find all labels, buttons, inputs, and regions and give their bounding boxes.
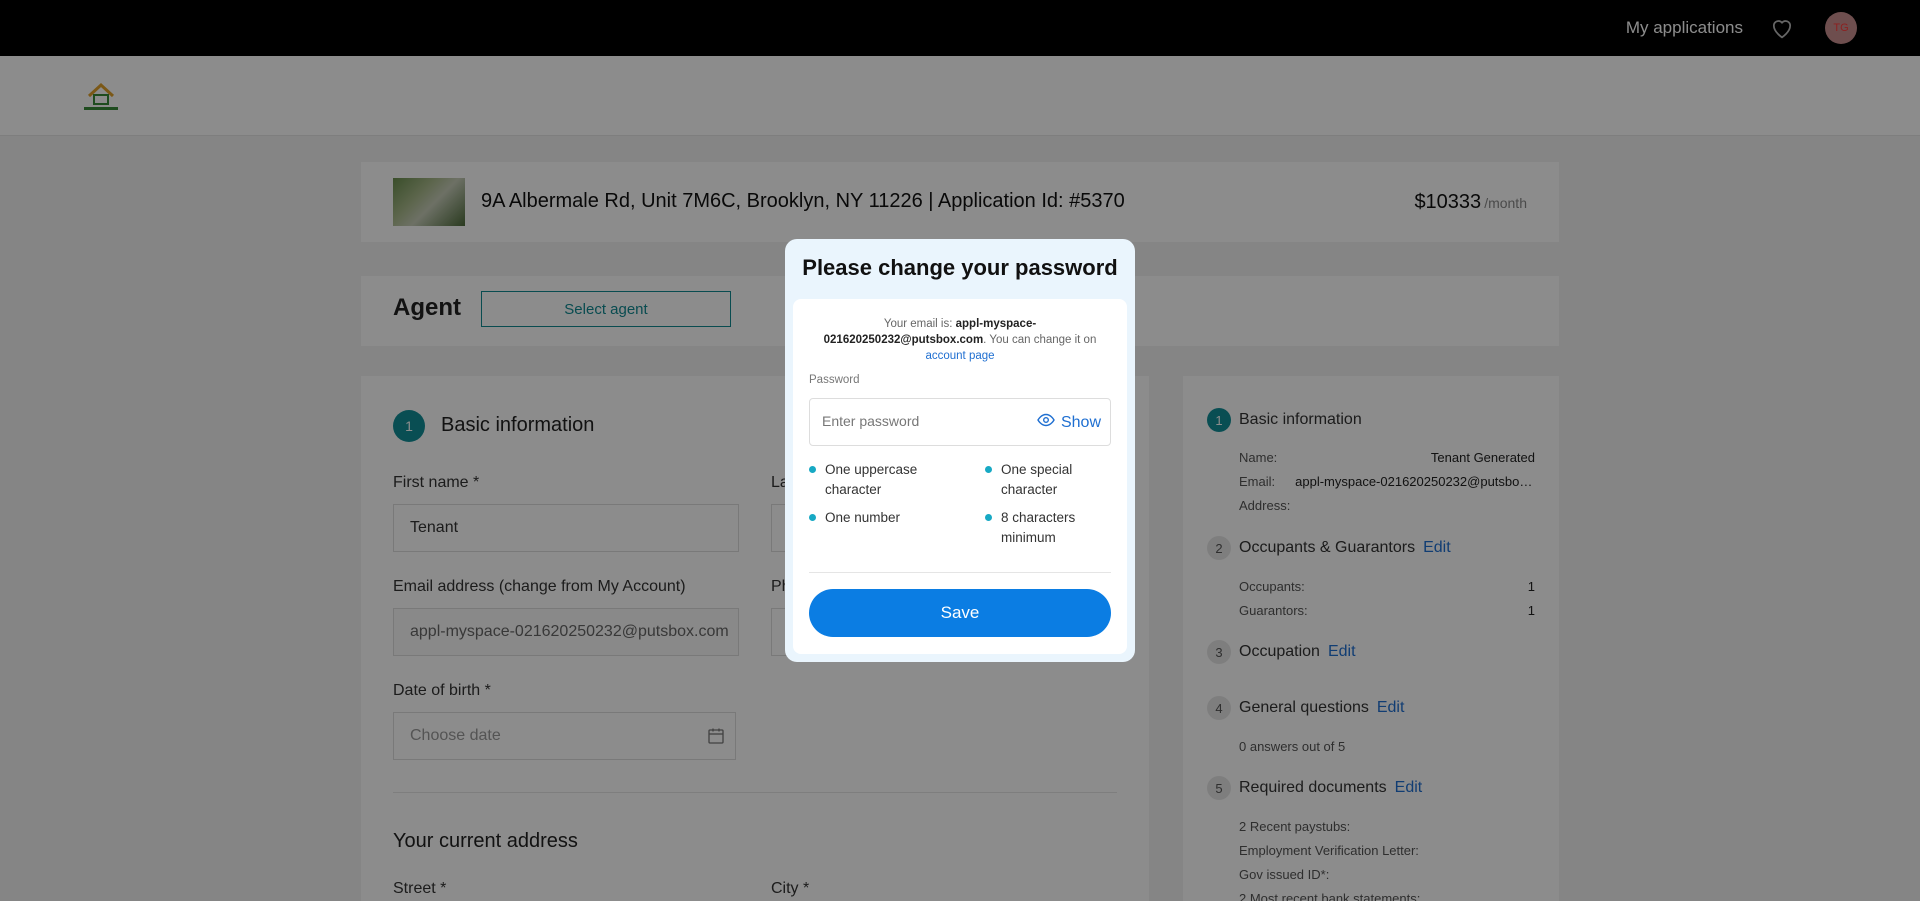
requirement-item: One number xyxy=(809,508,959,528)
modal-title: Please change your password xyxy=(802,255,1118,280)
modal-divider xyxy=(809,572,1111,573)
eye-icon xyxy=(1037,413,1061,432)
password-label: Password xyxy=(809,374,860,386)
requirement-item: 8 characters minimum xyxy=(985,508,1111,548)
email-suffix: . You can change it on xyxy=(983,334,1097,346)
save-button[interactable]: Save xyxy=(809,589,1111,637)
email-prefix: Your email is: xyxy=(883,318,956,330)
password-input[interactable]: Enter password Show xyxy=(809,398,1111,446)
show-label: Show xyxy=(1060,413,1101,431)
email-note: Your email is: appl-myspace-021620250232… xyxy=(809,316,1111,364)
show-password-toggle[interactable]: Show xyxy=(1037,413,1101,432)
requirement-item: One uppercase character xyxy=(809,460,959,500)
change-password-modal: Please change your password Your email i… xyxy=(785,239,1135,662)
modal-body: Your email is: appl-myspace-021620250232… xyxy=(793,299,1127,654)
requirement-item: One special character xyxy=(985,460,1111,500)
password-placeholder: Enter password xyxy=(822,413,920,429)
account-page-link[interactable]: account page xyxy=(925,350,994,362)
